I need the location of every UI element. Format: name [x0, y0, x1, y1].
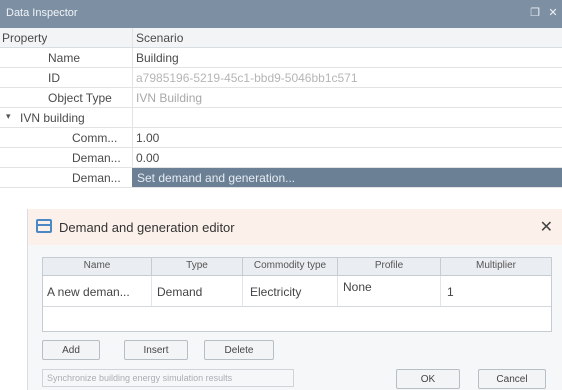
column-header-name[interactable]: Name: [43, 260, 151, 271]
editor-header: Demand and generation editor ✕: [28, 209, 562, 245]
demand-generation-table: Name Type Commodity type Profile Multipl…: [42, 257, 552, 332]
property-value[interactable]: Building: [136, 51, 179, 65]
column-header-profile[interactable]: Profile: [338, 260, 440, 271]
delete-button[interactable]: Delete: [204, 340, 274, 360]
property-group-label: IVN building: [20, 111, 85, 125]
property-value[interactable]: 0.00: [136, 151, 159, 165]
property-label: Name: [48, 51, 81, 65]
property-label: Object Type: [48, 91, 112, 105]
data-inspector-panel: Data Inspector ❐ ✕ Property Scenario Nam…: [0, 0, 562, 210]
property-row-comm[interactable]: Comm... 1.00: [0, 128, 562, 148]
set-demand-generation-link[interactable]: Set demand and generation...: [137, 171, 295, 185]
cell-multiplier[interactable]: 1: [447, 285, 454, 299]
property-label: Deman...: [72, 151, 121, 165]
property-row-demand-2[interactable]: Deman... Set demand and generation...: [0, 168, 562, 188]
property-label: Comm...: [72, 131, 118, 145]
editor-title: Demand and generation editor: [59, 220, 235, 235]
property-value: IVN Building: [136, 91, 203, 105]
inspector-titlebar[interactable]: Data Inspector ❐ ✕: [0, 0, 562, 28]
cell-commodity-type[interactable]: Electricity: [250, 285, 301, 299]
demand-generation-editor: Demand and generation editor ✕ Name Type…: [27, 209, 562, 390]
inspector-header-row: Property Scenario: [0, 28, 562, 48]
property-row-id[interactable]: ID a7985196-5219-45c1-bbd9-5046bb1c571: [0, 68, 562, 88]
set-demand-generation-cell[interactable]: Set demand and generation...: [132, 168, 562, 187]
table-header: Name Type Commodity type Profile Multipl…: [43, 258, 551, 276]
insert-button[interactable]: Insert: [124, 340, 188, 360]
property-row-demand-1[interactable]: Deman... 0.00: [0, 148, 562, 168]
editor-window-icon: [36, 219, 52, 233]
cell-profile[interactable]: None: [343, 280, 372, 294]
property-row-name[interactable]: Name Building: [0, 48, 562, 68]
empty-table-area: [43, 307, 551, 331]
synchronize-simulation-button[interactable]: Synchronize building energy simulation r…: [42, 369, 294, 387]
cell-type[interactable]: Demand: [157, 285, 202, 299]
property-value[interactable]: 1.00: [136, 131, 159, 145]
close-icon[interactable]: ✕: [540, 217, 553, 237]
expand-chevron-icon[interactable]: ▾: [6, 111, 11, 122]
property-label: Deman...: [72, 171, 121, 185]
ok-button[interactable]: OK: [396, 369, 460, 389]
property-value: a7985196-5219-45c1-bbd9-5046bb1c571: [136, 71, 358, 85]
column-header-multiplier[interactable]: Multiplier: [441, 260, 551, 271]
property-row-object-type[interactable]: Object Type IVN Building: [0, 88, 562, 108]
restore-window-icon[interactable]: ❐: [528, 6, 542, 20]
cell-name[interactable]: A new deman...: [47, 285, 130, 299]
inspector-title: Data Inspector: [6, 7, 78, 19]
cancel-button[interactable]: Cancel: [478, 369, 546, 389]
property-column-header: Property: [2, 31, 48, 45]
scenario-column-header: Scenario: [136, 31, 184, 45]
property-group-ivn-building[interactable]: ▾ IVN building: [0, 108, 562, 128]
column-header-commodity-type[interactable]: Commodity type: [243, 260, 337, 271]
table-row[interactable]: A new deman... Demand Electricity None 1: [43, 276, 551, 307]
property-label: ID: [48, 71, 60, 85]
add-button[interactable]: Add: [42, 340, 100, 360]
column-header-type[interactable]: Type: [152, 260, 242, 271]
close-icon[interactable]: ✕: [546, 6, 560, 20]
